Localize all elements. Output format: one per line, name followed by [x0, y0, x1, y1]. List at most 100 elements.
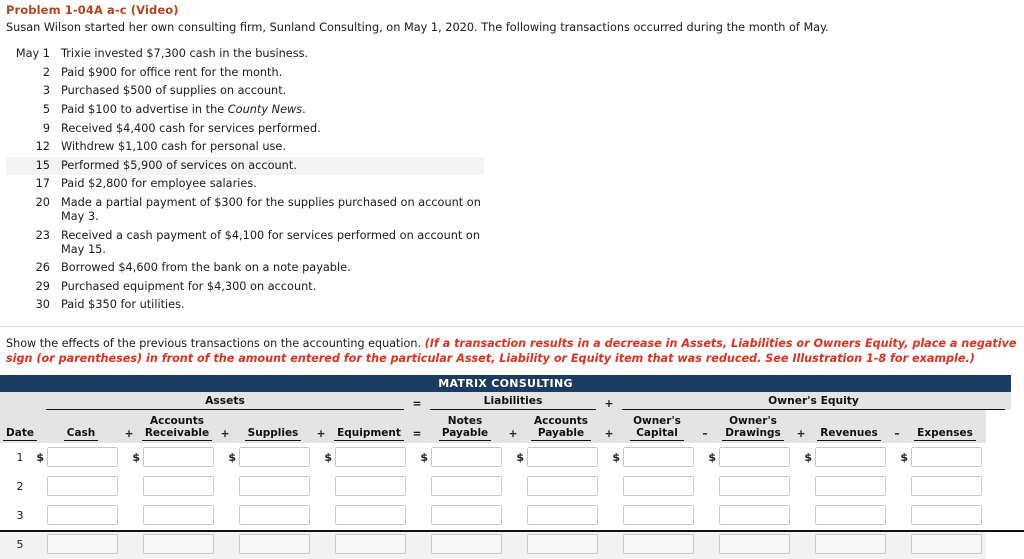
amount-input[interactable]: [719, 505, 790, 526]
amount-input[interactable]: [719, 447, 790, 468]
amount-input[interactable]: [623, 505, 694, 526]
amount-input[interactable]: [47, 476, 118, 497]
matrix-cell: $: [904, 500, 986, 530]
amount-input[interactable]: [239, 534, 310, 555]
column-header-equipment: Equipment: [328, 409, 410, 443]
amount-input[interactable]: [335, 534, 406, 555]
cell-wrapper: $: [804, 447, 890, 468]
cell-operator-spacer: [794, 500, 808, 530]
amount-input[interactable]: [815, 505, 886, 526]
amount-input[interactable]: [335, 505, 406, 526]
cell-wrapper: $: [424, 534, 506, 555]
matrix-cell: $: [712, 500, 794, 530]
amount-input[interactable]: [143, 447, 214, 468]
cell-wrapper: $: [616, 476, 698, 497]
column-header-revenues: Revenues: [808, 409, 890, 443]
transaction-row: 5 Paid $100 to advertise in the County Ne…: [6, 101, 484, 120]
amount-input[interactable]: [527, 534, 598, 555]
amount-input[interactable]: [911, 505, 982, 526]
amount-input[interactable]: [719, 534, 790, 555]
cell-wrapper: $: [516, 447, 602, 468]
transaction-date: 30: [35, 298, 50, 312]
matrix-cell: $: [424, 529, 506, 559]
transaction-date: 9: [42, 121, 50, 135]
amount-input[interactable]: [623, 534, 694, 555]
transaction-row: May 1 Trixie invested $7,300 cash in the …: [6, 45, 484, 64]
amount-input[interactable]: [527, 505, 598, 526]
amount-input[interactable]: [47, 505, 118, 526]
amount-input[interactable]: [623, 476, 694, 497]
cell-operator-spacer: [506, 471, 520, 501]
column-header-accounts-payable: Accounts Payable: [520, 409, 602, 443]
matrix-cell: $: [36, 442, 122, 472]
transaction-description: Performed $5,900 of services on account.: [61, 156, 484, 176]
transaction-date: 2: [42, 65, 50, 79]
amount-input[interactable]: [143, 505, 214, 526]
amount-input[interactable]: [527, 447, 598, 468]
transaction-row: 3 Purchased $500 of supplies on account.: [6, 82, 484, 101]
matrix-cell: $: [424, 471, 506, 501]
matrix-cell: $: [136, 500, 218, 530]
amount-input[interactable]: [335, 447, 406, 468]
dollar-sign: $: [516, 450, 524, 464]
amount-input[interactable]: [431, 476, 502, 497]
matrix-cell: $: [40, 471, 122, 501]
transaction-description: Borrowed $4,600 from the bank on a note …: [61, 261, 351, 275]
amount-input[interactable]: [239, 447, 310, 468]
amount-input[interactable]: [143, 534, 214, 555]
amount-input[interactable]: [431, 534, 502, 555]
transaction-row: 20 Made a partial payment of $300 for the…: [6, 194, 484, 227]
cell-operator-spacer: [410, 500, 424, 530]
company-name: MATRIX CONSULTING: [0, 374, 1011, 392]
matrix-cell: $: [520, 529, 602, 559]
matrix-cell: $: [232, 471, 314, 501]
amount-input[interactable]: [527, 476, 598, 497]
amount-input[interactable]: [911, 476, 982, 497]
cell-wrapper: $: [228, 447, 314, 468]
page-root: Problem 1-04A a-c (Video) Susan Wilson s…: [0, 0, 1024, 559]
amount-input[interactable]: [335, 476, 406, 497]
amount-input[interactable]: [143, 476, 214, 497]
group-owners-equity-label: Owner's Equity: [622, 394, 1005, 410]
amount-input[interactable]: [911, 534, 982, 555]
cell-operator-spacer: [890, 500, 904, 530]
amount-input[interactable]: [431, 505, 502, 526]
amount-input[interactable]: [815, 447, 886, 468]
amount-input[interactable]: [911, 447, 982, 468]
amount-input[interactable]: [47, 447, 118, 468]
matrix-cell: $: [232, 529, 314, 559]
cell-operator-spacer: [122, 529, 136, 559]
matrix-cell: $: [132, 442, 218, 472]
transaction-desc-post: .: [302, 103, 306, 117]
cell-wrapper: $: [904, 476, 986, 497]
column-header-label: Accounts Receivable: [141, 415, 213, 441]
column-operator: =: [410, 409, 424, 443]
cell-operator-spacer: [890, 529, 904, 559]
amount-input[interactable]: [623, 447, 694, 468]
amount-input[interactable]: [815, 534, 886, 555]
column-header-date-label: Date: [3, 427, 37, 441]
matrix-cell: $: [328, 529, 410, 559]
transaction-description: Paid $100 to advertise in the County New…: [61, 101, 484, 120]
amount-input[interactable]: [719, 476, 790, 497]
cell-wrapper: $: [712, 476, 794, 497]
cell-wrapper: $: [232, 534, 314, 555]
matrix-cell: $: [520, 500, 602, 530]
cell-wrapper: $: [904, 505, 986, 526]
matrix-cell: $: [708, 442, 794, 472]
cell-wrapper: $: [324, 447, 410, 468]
amount-input[interactable]: [431, 447, 502, 468]
cell-wrapper: $: [616, 505, 698, 526]
cell-wrapper: $: [808, 476, 890, 497]
matrix-group-header-row: Assets = Liabilities + Owner's Equity: [0, 391, 1011, 410]
amount-input[interactable]: [239, 476, 310, 497]
transaction-date: 26: [35, 261, 50, 275]
amount-input[interactable]: [239, 505, 310, 526]
matrix-cell: $: [712, 529, 794, 559]
amount-input[interactable]: [47, 534, 118, 555]
group-owners-equity: Owner's Equity: [616, 391, 1011, 410]
row-number: 1: [0, 442, 40, 472]
amount-input[interactable]: [815, 476, 886, 497]
cell-operator-spacer: [122, 500, 136, 530]
transaction-description: Received $4,400 cash for services perfor…: [61, 121, 321, 135]
